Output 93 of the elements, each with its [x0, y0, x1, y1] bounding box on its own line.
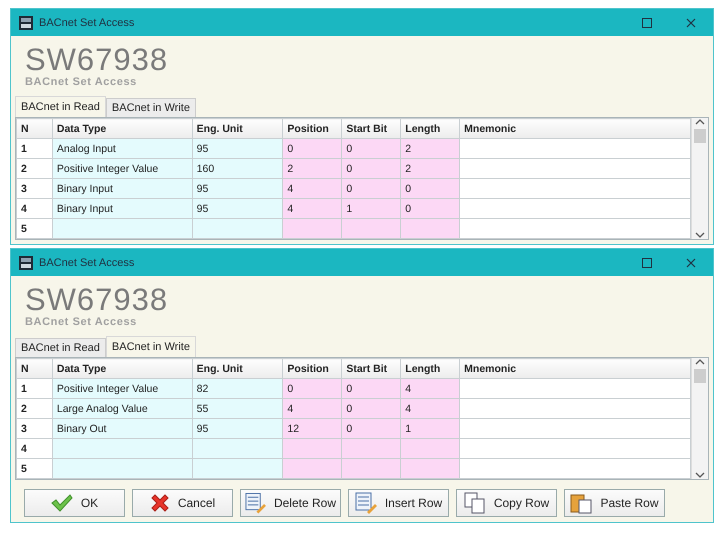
table-cell: Binary Input — [52, 178, 192, 198]
scrollbar-thumb[interactable] — [694, 129, 706, 143]
table-cell: 4 — [400, 398, 460, 418]
row-button[interactable]: Copy Row — [456, 489, 557, 517]
cancel-button[interactable]: Cancel — [132, 489, 233, 517]
row-button[interactable]: Insert Row — [348, 489, 449, 517]
paste-icon — [570, 492, 592, 514]
table-cell: 0 — [342, 138, 401, 158]
row-button[interactable]: Delete Row — [240, 489, 341, 517]
table-cell: 0 — [342, 158, 401, 178]
table-cell: 3 — [16, 178, 52, 198]
column-header: Position — [282, 118, 342, 138]
column-header: Length — [400, 118, 460, 138]
column-header: Data Type — [52, 358, 192, 378]
table-cell: 2 — [16, 158, 52, 178]
window-title: BACnet Set Access — [39, 256, 134, 268]
column-header: N — [16, 358, 52, 378]
table-cell: 0 — [342, 418, 401, 438]
scroll-up-icon[interactable] — [695, 358, 706, 366]
window-title: BACnet Set Access — [39, 16, 134, 28]
close-icon[interactable] — [686, 18, 696, 28]
table-cell: 5 — [16, 458, 52, 478]
table-cell: 1 — [342, 198, 401, 218]
table-cell: 95 — [192, 178, 283, 198]
table-cell: 0 — [282, 378, 342, 398]
column-header: Length — [400, 358, 460, 378]
scroll-down-icon[interactable] — [695, 231, 706, 239]
table-cell: 0 — [282, 138, 342, 158]
table-cell: 55 — [192, 398, 283, 418]
column-header: Start Bit — [342, 358, 401, 378]
table-cell: 95 — [192, 198, 283, 218]
close-icon[interactable] — [686, 258, 696, 268]
table-cell: Positive Integer Value — [52, 378, 192, 398]
ok-button[interactable]: OK — [24, 489, 125, 517]
tab[interactable]: BACnet in Read — [15, 338, 106, 357]
table-cell: 0 — [400, 198, 460, 218]
column-header: Eng. Unit — [192, 358, 283, 378]
table-cell: 82 — [192, 378, 283, 398]
table-pencil-icon — [354, 492, 377, 514]
page-subtitle: BACnet Set Access — [25, 76, 138, 88]
column-header: N — [16, 118, 52, 138]
table-cell: 2 — [400, 158, 460, 178]
table-cell: 5 — [16, 218, 52, 238]
table-cell: 2 — [16, 398, 52, 418]
scrollbar-thumb[interactable] — [694, 369, 706, 383]
page-subtitle: BACnet Set Access — [25, 316, 138, 328]
table-cell: Large Analog Value — [52, 398, 192, 418]
maximize-icon[interactable] — [642, 18, 652, 28]
table-cell: Analog Input — [52, 138, 192, 158]
column-header: Data Type — [52, 118, 192, 138]
row-button[interactable]: Paste Row — [564, 489, 665, 517]
column-header: Start Bit — [342, 118, 401, 138]
table-pencil-icon — [245, 492, 266, 514]
table-cell: 160 — [192, 158, 283, 178]
table-cell: 1 — [16, 138, 52, 158]
maximize-icon[interactable] — [642, 258, 652, 268]
product-code: SW67938 — [25, 285, 170, 315]
table-cell: 0 — [342, 178, 401, 198]
column-header: Mnemonic — [460, 358, 691, 378]
table-cell: 4 — [16, 198, 52, 218]
scroll-down-icon[interactable] — [695, 471, 706, 479]
check-icon — [50, 494, 73, 512]
table-cell: 0 — [400, 178, 460, 198]
table-cell: 2 — [400, 138, 460, 158]
app-logo-icon — [19, 16, 33, 30]
tab[interactable]: BACnet in Write — [106, 336, 196, 357]
copy-icon — [464, 492, 486, 514]
app-logo-icon — [19, 256, 33, 270]
table-cell: 3 — [16, 418, 52, 438]
product-code: SW67938 — [25, 45, 170, 75]
table-cell: 0 — [342, 378, 401, 398]
table-cell: 1 — [16, 378, 52, 398]
table-cell: 4 — [282, 178, 342, 198]
tab[interactable]: BACnet in Write — [106, 98, 196, 117]
cross-icon — [150, 493, 170, 513]
table-cell: 1 — [400, 418, 460, 438]
table-cell: 4 — [282, 398, 342, 418]
table-cell: 4 — [282, 198, 342, 218]
scroll-up-icon[interactable] — [695, 118, 706, 126]
table-cell: 2 — [282, 158, 342, 178]
table-cell: Positive Integer Value — [52, 158, 192, 178]
table-cell: 0 — [342, 398, 401, 418]
table-cell: 95 — [192, 138, 283, 158]
tab[interactable]: BACnet in Read — [15, 96, 106, 117]
column-header: Eng. Unit — [192, 118, 283, 138]
table-cell: 4 — [16, 438, 52, 458]
table-cell: 4 — [400, 378, 460, 398]
table-cell: Binary Input — [52, 198, 192, 218]
table-cell: Binary Out — [52, 418, 192, 438]
table-cell: 12 — [282, 418, 342, 438]
table-cell: 95 — [192, 418, 283, 438]
column-header: Position — [282, 358, 342, 378]
column-header: Mnemonic — [460, 118, 691, 138]
